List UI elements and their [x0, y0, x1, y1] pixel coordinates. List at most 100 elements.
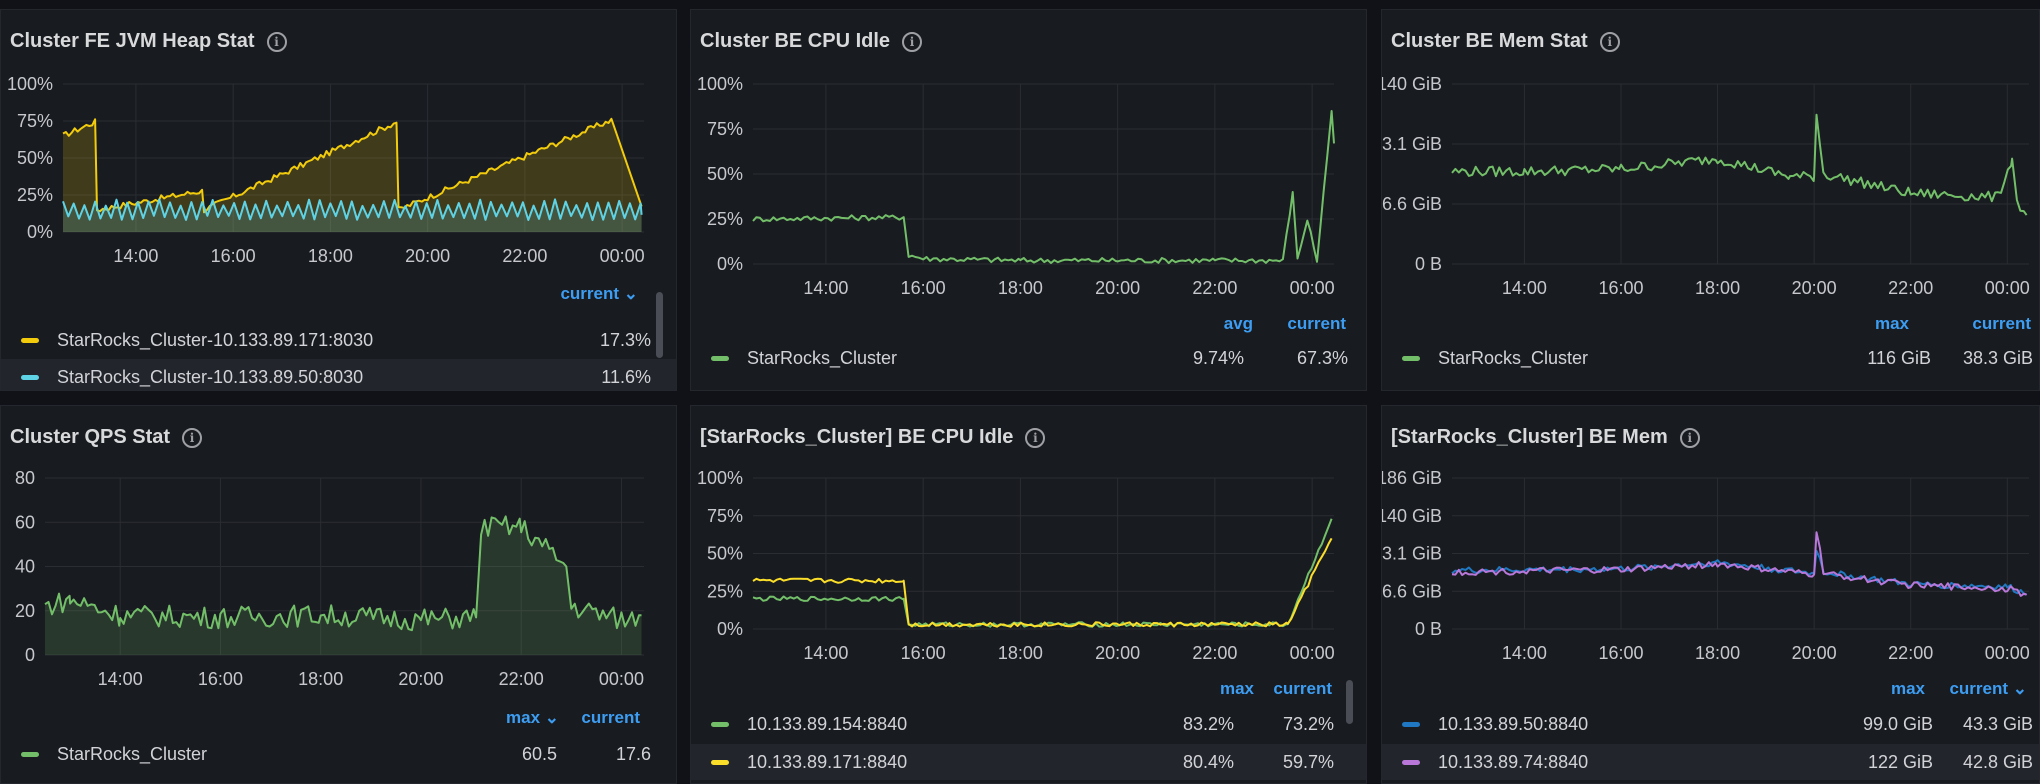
- x-tick-label: 14:00: [1502, 278, 1547, 298]
- series-0-area: [45, 516, 642, 655]
- x-tick-label: 00:00: [1985, 643, 2030, 663]
- x-tick-label: 20:00: [398, 669, 443, 689]
- legend-value-current: 11.6%: [601, 366, 651, 387]
- y-tick-label: 46.6 GiB: [1382, 194, 1442, 214]
- x-tick-label: 16:00: [901, 643, 946, 663]
- x-tick-label: 14:00: [98, 669, 143, 689]
- legend-series-name: 10.133.89.154:8840: [747, 713, 908, 734]
- x-tick-label: 16:00: [1598, 643, 1643, 663]
- x-tick-label: 22:00: [499, 669, 544, 689]
- x-tick-label: 00:00: [599, 669, 644, 689]
- x-tick-label: 18:00: [998, 278, 1043, 298]
- y-tick-label: 100%: [7, 74, 53, 94]
- y-tick-label: 0%: [717, 619, 743, 639]
- legend-series-name: StarRocks_Cluster: [57, 743, 208, 764]
- x-tick-label: 00:00: [1985, 278, 2030, 298]
- legend-header-current[interactable]: current ⌄: [560, 284, 638, 304]
- x-tick-label: 16:00: [1598, 278, 1643, 298]
- y-tick-label: 60: [15, 512, 35, 532]
- legend-swatch: [1402, 759, 1420, 765]
- legend-header-max[interactable]: max: [1891, 679, 1925, 699]
- panel-be-cpu-idle: Cluster BE CPU Idle i 100% 75% 50% 25% 0% 14:…: [690, 9, 1367, 391]
- legend-row[interactable]: StarRocks_Cluster 9.74% 67.3%: [691, 340, 1366, 376]
- y-tick-label: 50%: [17, 148, 53, 168]
- x-tick-label: 14:00: [1502, 643, 1547, 663]
- x-tick-label: 16:00: [198, 669, 243, 689]
- x-tick-label: 20:00: [1792, 278, 1837, 298]
- y-tick-label: 186 GiB: [1382, 468, 1442, 488]
- cpu-idle-chart: 100% 75% 50% 25% 0% 14:00 16:00 18:00 20:00 22:00…: [697, 74, 1335, 298]
- legend-header-current[interactable]: current: [1287, 314, 1346, 334]
- legend-header-current[interactable]: current ⌄: [1949, 679, 2027, 699]
- legend-value-max: 122 GiB: [1867, 751, 1933, 772]
- x-tick-label: 20:00: [405, 246, 450, 266]
- y-tick-label: 0%: [27, 222, 53, 242]
- y-tick-label: 25%: [707, 209, 743, 229]
- mem-stat-chart: 140 GiB 93.1 GiB 46.6 GiB 0 B 14:00 16:00 18:0…: [1382, 74, 2030, 298]
- series-0-line: [1451, 549, 2027, 596]
- x-tick-label: 18:00: [998, 643, 1043, 663]
- legend-value-max: 60.5: [521, 743, 557, 764]
- legend-value-current: 59.7%: [1282, 751, 1334, 772]
- legend-swatch: [711, 759, 729, 765]
- legend-row[interactable]: 10.133.89.50:8840 99.0 GiB 43.3 GiB: [1382, 706, 2039, 742]
- panel-fe-jvm-heap: Cluster FE JVM Heap Stat i 100% 75% 50% 25%…: [0, 9, 677, 391]
- x-tick-label: 20:00: [1095, 643, 1140, 663]
- y-tick-label: 75%: [707, 506, 743, 526]
- legend-swatch: [711, 355, 729, 361]
- y-tick-label: 0 B: [1415, 254, 1442, 274]
- legend-scrollbar[interactable]: [656, 292, 663, 358]
- y-tick-label: 20: [15, 601, 35, 621]
- legend-row[interactable]: 10.133.89.171:8840 80.4% 59.7%: [691, 744, 1366, 780]
- legend-row[interactable]: StarRocks_Cluster 60.5 17.6: [1, 736, 676, 772]
- legend-header-current[interactable]: current: [1972, 314, 2031, 334]
- x-tick-label: 18:00: [1695, 278, 1740, 298]
- legend-header-max[interactable]: max ⌄: [506, 708, 559, 728]
- panel-be-mem-stat: Cluster BE Mem Stat i 140 GiB93.1 GiB46.…: [1381, 9, 2040, 391]
- legend-scrollbar[interactable]: [1346, 680, 1353, 724]
- legend-value-current: 73.2%: [1282, 713, 1334, 734]
- y-tick-label: 0: [25, 645, 35, 665]
- legend-value-current: 17.6: [615, 743, 651, 764]
- legend-swatch: [21, 374, 39, 380]
- x-tick-label: 16:00: [901, 278, 946, 298]
- legend-series-name: StarRocks_Cluster: [1438, 347, 1589, 368]
- legend-value-current: 38.3 GiB: [1962, 347, 2033, 368]
- legend-value-current: 67.3%: [1296, 347, 1348, 368]
- series-0-line: [752, 110, 1335, 265]
- legend-value-current: 42.8 GiB: [1962, 751, 2033, 772]
- x-tick-label: 22:00: [502, 246, 547, 266]
- legend-header-max[interactable]: max: [1220, 679, 1254, 699]
- legend-value-max: 83.2%: [1182, 713, 1234, 734]
- y-tick-label: 140 GiB: [1382, 74, 1442, 94]
- y-tick-label: 25%: [707, 581, 743, 601]
- x-tick-label: 00:00: [1290, 278, 1335, 298]
- legend-header-avg[interactable]: avg: [1224, 314, 1253, 334]
- series-0-line: [1451, 113, 2028, 216]
- x-tick-label: 18:00: [1695, 643, 1740, 663]
- legend-swatch: [21, 751, 39, 757]
- x-tick-label: 14:00: [803, 643, 848, 663]
- y-tick-label: 46.6 GiB: [1382, 581, 1442, 601]
- y-tick-label: 25%: [17, 185, 53, 205]
- x-tick-label: 20:00: [1095, 278, 1140, 298]
- legend-row[interactable]: 10.133.89.154:8840 83.2% 73.2%: [691, 706, 1366, 742]
- legend-row[interactable]: StarRocks_Cluster-10.133.89.171:8030 17.…: [1, 322, 676, 358]
- legend-header-current[interactable]: current: [1273, 679, 1332, 699]
- y-tick-label: 0%: [717, 254, 743, 274]
- legend-swatch: [1402, 721, 1420, 727]
- qps-chart: 80 60 40 20 0 14:00 16:00 18:00 20:00 22:00 00:00: [15, 468, 644, 689]
- legend-row[interactable]: StarRocks_Cluster 116 GiB 38.3 GiB: [1382, 340, 2039, 376]
- x-tick-label: 14:00: [113, 246, 158, 266]
- legend-value-max: 99.0 GiB: [1862, 713, 1933, 734]
- y-tick-label: 50%: [707, 164, 743, 184]
- y-tick-label: 50%: [707, 544, 743, 564]
- legend-row[interactable]: 10.133.89.74:8840 122 GiB 42.8 GiB: [1382, 744, 2039, 780]
- x-tick-label: 22:00: [1192, 278, 1237, 298]
- legend-value-max: 116 GiB: [1867, 347, 1931, 368]
- legend-row[interactable]: StarRocks_Cluster-10.133.89.50:8030 11.6…: [1, 359, 676, 390]
- legend-header-max[interactable]: max: [1875, 314, 1909, 334]
- x-tick-label: 16:00: [211, 246, 256, 266]
- legend-header-current[interactable]: current: [581, 708, 640, 728]
- y-tick-label: 0 B: [1415, 619, 1442, 639]
